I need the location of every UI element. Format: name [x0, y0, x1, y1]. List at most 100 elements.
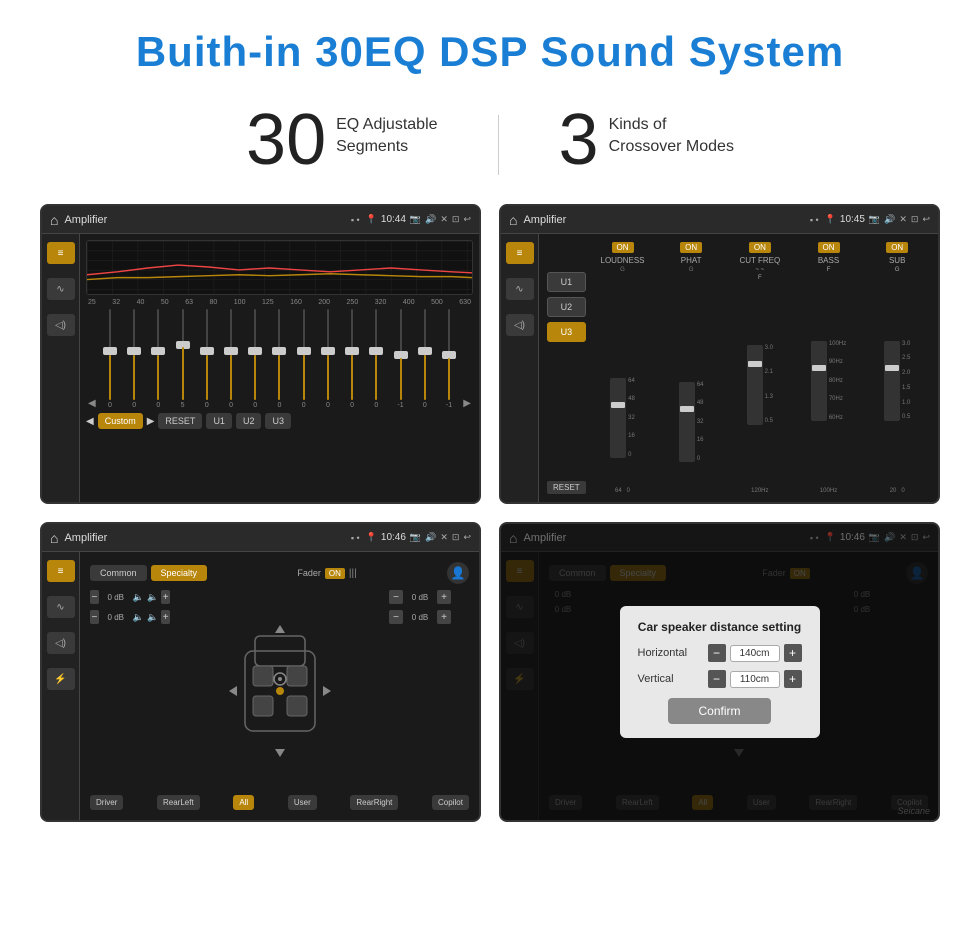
speaker-icon3[interactable]: ◁) [47, 632, 75, 654]
horizontal-minus[interactable]: − [708, 644, 726, 662]
bl-minus[interactable]: − [90, 610, 99, 624]
bl-plus[interactable]: + [161, 610, 170, 624]
slider-15[interactable]: -1 [439, 309, 459, 409]
eq-icon3[interactable]: ≡ [47, 560, 75, 582]
rearright-btn[interactable]: RearRight [350, 795, 398, 810]
tl-db-control: − 0 dB 🔈 🔈 + [90, 590, 170, 604]
common-tab[interactable]: Common [90, 565, 147, 581]
fader-on[interactable]: ON [325, 568, 345, 579]
vertical-minus[interactable]: − [708, 670, 726, 688]
wave-icon3[interactable]: ∿ [47, 596, 75, 618]
pin-icon2: 📍 [825, 214, 836, 225]
tr-db-control: − 0 dB + [389, 590, 469, 604]
slider-12[interactable]: 0 [366, 309, 386, 409]
vertical-value: 110cm [730, 671, 780, 688]
slider-9[interactable]: 0 [294, 309, 314, 409]
copilot-btn[interactable]: Copilot [432, 795, 469, 810]
left-arrow[interactable]: ◀ [88, 398, 96, 409]
bass-slider[interactable] [811, 341, 827, 421]
car-svg [225, 621, 335, 761]
stat-eq: 30 EQ Adjustable Segments [186, 104, 498, 176]
screen1-content: ≡ ∿ ◁) [42, 234, 479, 502]
confirm-button[interactable]: Confirm [668, 698, 770, 724]
reset-crossover[interactable]: RESET [547, 481, 586, 494]
slider-14[interactable]: 0 [415, 309, 435, 409]
slider-1[interactable]: 0 [100, 309, 120, 409]
vertical-plus[interactable]: + [784, 670, 802, 688]
loudness-slider[interactable] [610, 378, 626, 458]
tr-plus[interactable]: + [437, 590, 451, 604]
driver-btn[interactable]: Driver [90, 795, 123, 810]
slider-6[interactable]: 0 [221, 309, 241, 409]
slider-13[interactable]: -1 [391, 309, 411, 409]
reset-btn[interactable]: RESET [158, 413, 202, 429]
all-btn[interactable]: All [233, 795, 254, 810]
u3-select[interactable]: U3 [547, 322, 586, 342]
speaker-icon[interactable]: ◁) [47, 314, 75, 336]
slider-10[interactable]: 0 [318, 309, 338, 409]
screen2-sidebar: ≡ ∿ ◁) [501, 234, 539, 502]
phat-on[interactable]: ON [680, 242, 702, 253]
phat-band: ON PHAT G 64 48 32 [658, 242, 724, 494]
custom-btn[interactable]: Custom [98, 413, 143, 429]
back-icon3[interactable]: ↩ [463, 532, 471, 543]
fader-slider[interactable]: ||| [349, 568, 357, 579]
back-icon2[interactable]: ↩ [922, 214, 930, 225]
bass-on[interactable]: ON [818, 242, 840, 253]
sub-on[interactable]: ON [886, 242, 908, 253]
back-icon[interactable]: ↩ [463, 214, 471, 225]
u2-btn[interactable]: U2 [236, 413, 262, 429]
close-icon3: ✕ [440, 532, 448, 543]
home-icon2[interactable]: ⌂ [509, 212, 517, 228]
rearleft-btn[interactable]: RearLeft [157, 795, 200, 810]
u3-btn[interactable]: U3 [265, 413, 291, 429]
cutfreq-slider[interactable] [747, 345, 763, 425]
specialty-tab[interactable]: Specialty [151, 565, 208, 581]
slider-2[interactable]: 0 [124, 309, 144, 409]
sub-slider[interactable] [884, 341, 900, 421]
tr-minus[interactable]: − [389, 590, 403, 604]
wave-icon[interactable]: ∿ [47, 278, 75, 300]
cutfreq-band: ON CUT FREQ ~ ~ F 3.0 2.1 1.3 0.5 [727, 242, 793, 494]
user-btn[interactable]: User [288, 795, 317, 810]
u2-select[interactable]: U2 [547, 297, 586, 317]
prev-btn[interactable]: ◀ [86, 416, 94, 427]
next-btn[interactable]: ▶ [147, 416, 155, 427]
br-db-value: 0 dB [406, 613, 434, 622]
close-icon2: ✕ [899, 214, 907, 225]
screen2-time: 10:45 [840, 214, 865, 225]
bluetooth-icon[interactable]: ⚡ [47, 668, 75, 690]
wave-icon2[interactable]: ∿ [506, 278, 534, 300]
specialty-tabs: Common Specialty Fader ON ||| 👤 [90, 562, 469, 584]
phat-slider[interactable] [679, 382, 695, 462]
home-icon3[interactable]: ⌂ [50, 530, 58, 546]
slider-4[interactable]: 5 [173, 309, 193, 409]
tl-minus[interactable]: − [90, 590, 99, 604]
slider-3[interactable]: 0 [148, 309, 168, 409]
br-minus[interactable]: − [389, 610, 403, 624]
tl-plus[interactable]: + [161, 590, 170, 604]
loudness-on[interactable]: ON [612, 242, 634, 253]
horizontal-plus[interactable]: + [784, 644, 802, 662]
slider-5[interactable]: 0 [197, 309, 217, 409]
speaker-icon2[interactable]: ◁) [506, 314, 534, 336]
slider-11[interactable]: 0 [342, 309, 362, 409]
menu-icon3: ▪ • [351, 533, 360, 543]
bl-db-value: 0 dB [102, 613, 130, 622]
right-arrow[interactable]: ▶ [463, 398, 471, 409]
eq-icon2[interactable]: ≡ [506, 242, 534, 264]
screen3-content: ≡ ∿ ◁) ⚡ Common Specialty Fader ON ||| [42, 552, 479, 820]
dialog-title: Car speaker distance setting [638, 620, 802, 634]
screen-dialog: ⌂ Amplifier ▪ • 📍 10:46 📷 🔊 ✕ ⊡ ↩ ≡ ∿ ◁)… [499, 522, 940, 822]
menu-icon: ▪ • [351, 215, 360, 225]
u1-btn[interactable]: U1 [206, 413, 232, 429]
slider-7[interactable]: 0 [245, 309, 265, 409]
home-icon[interactable]: ⌂ [50, 212, 58, 228]
eq-icon[interactable]: ≡ [47, 242, 75, 264]
cutfreq-on[interactable]: ON [749, 242, 771, 253]
fullscreen-icon: ⊡ [452, 214, 460, 225]
screen3-topbar: ⌂ Amplifier ▪ • 📍 10:46 📷 🔊 ✕ ⊡ ↩ [42, 524, 479, 552]
u1-select[interactable]: U1 [547, 272, 586, 292]
br-plus[interactable]: + [437, 610, 451, 624]
slider-8[interactable]: 0 [269, 309, 289, 409]
